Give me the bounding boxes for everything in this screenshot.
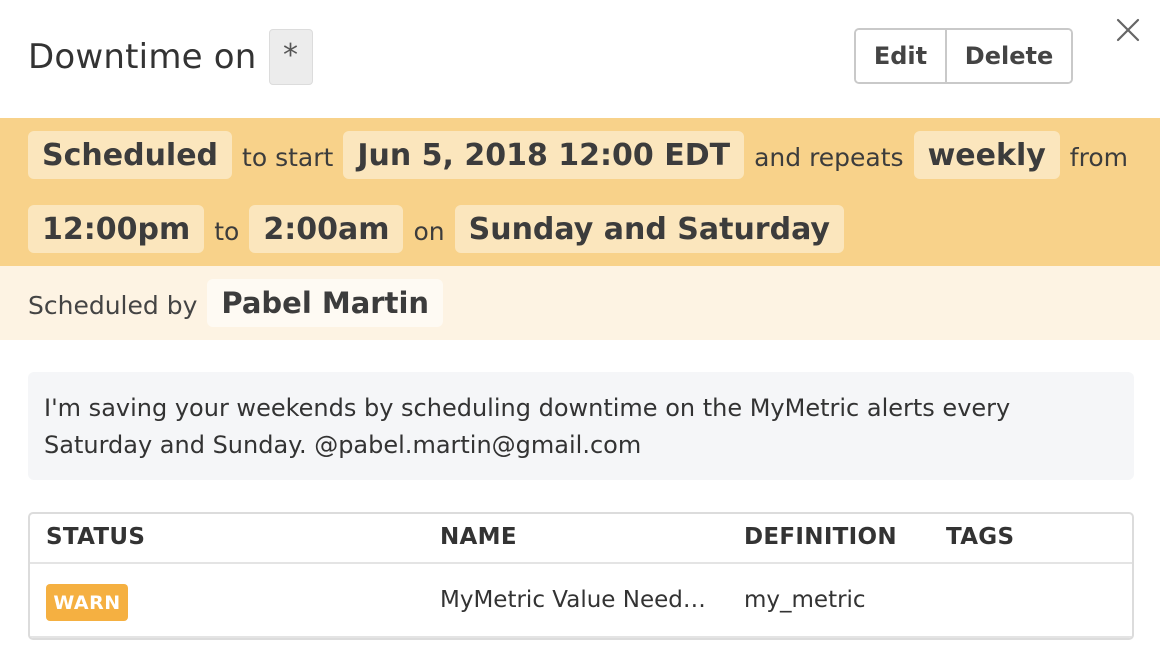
connector-text: to start (242, 142, 334, 172)
column-header-name[interactable]: NAME (440, 524, 517, 550)
panel-header: Downtime on * Edit Delete (0, 0, 1160, 118)
close-icon[interactable] (1114, 16, 1142, 44)
monitors-table: STATUS NAME DEFINITION TAGS WARN MyMetri… (28, 512, 1134, 640)
schedule-line-2: 12:00pm to 2:00am on Sunday and Saturday (28, 204, 844, 254)
column-header-tags[interactable]: TAGS (946, 524, 1014, 550)
repeat-pill: weekly (913, 131, 1060, 179)
scheduled-by-line: Scheduled by Pabel Martin (28, 278, 444, 328)
delete-button[interactable]: Delete (947, 30, 1071, 82)
column-header-definition[interactable]: DEFINITION (744, 524, 897, 550)
title-area: Downtime on * (28, 28, 313, 86)
monitor-definition: my_metric (744, 587, 866, 613)
action-buttons: Edit Delete (854, 28, 1073, 84)
schedule-summary: Scheduled to start Jun 5, 2018 12:00 EDT… (0, 118, 1160, 266)
connector-text: from (1069, 142, 1128, 172)
status-badge: WARN (46, 584, 128, 621)
time-to-pill: 2:00am (249, 205, 404, 253)
connector-text: on (413, 216, 445, 246)
days-pill: Sunday and Saturday (454, 205, 844, 253)
table-row[interactable]: WARN MyMetric Value Need… my_metric (30, 564, 1132, 638)
connector-text: and repeats (754, 142, 904, 172)
column-header-status[interactable]: STATUS (46, 524, 145, 550)
page-title: Downtime on (28, 37, 257, 77)
monitor-name[interactable]: MyMetric Value Need… (440, 587, 706, 613)
scheduled-by-band: Scheduled by Pabel Martin (0, 266, 1160, 340)
scope-chip: * (268, 29, 313, 85)
downtime-panel: Downtime on * Edit Delete Scheduled to s… (0, 0, 1160, 672)
status-pill: Scheduled (28, 131, 233, 179)
scheduled-by-label: Scheduled by (28, 290, 198, 320)
schedule-line-1: Scheduled to start Jun 5, 2018 12:00 EDT… (28, 130, 1138, 180)
start-date-pill: Jun 5, 2018 12:00 EDT (343, 131, 745, 179)
time-from-pill: 12:00pm (28, 205, 205, 253)
downtime-message: I'm saving your weekends by scheduling d… (28, 372, 1134, 480)
connector-text: to (214, 216, 240, 246)
edit-button[interactable]: Edit (856, 30, 947, 82)
table-header: STATUS NAME DEFINITION TAGS (30, 514, 1132, 564)
scheduler-name-pill: Pabel Martin (207, 279, 444, 327)
